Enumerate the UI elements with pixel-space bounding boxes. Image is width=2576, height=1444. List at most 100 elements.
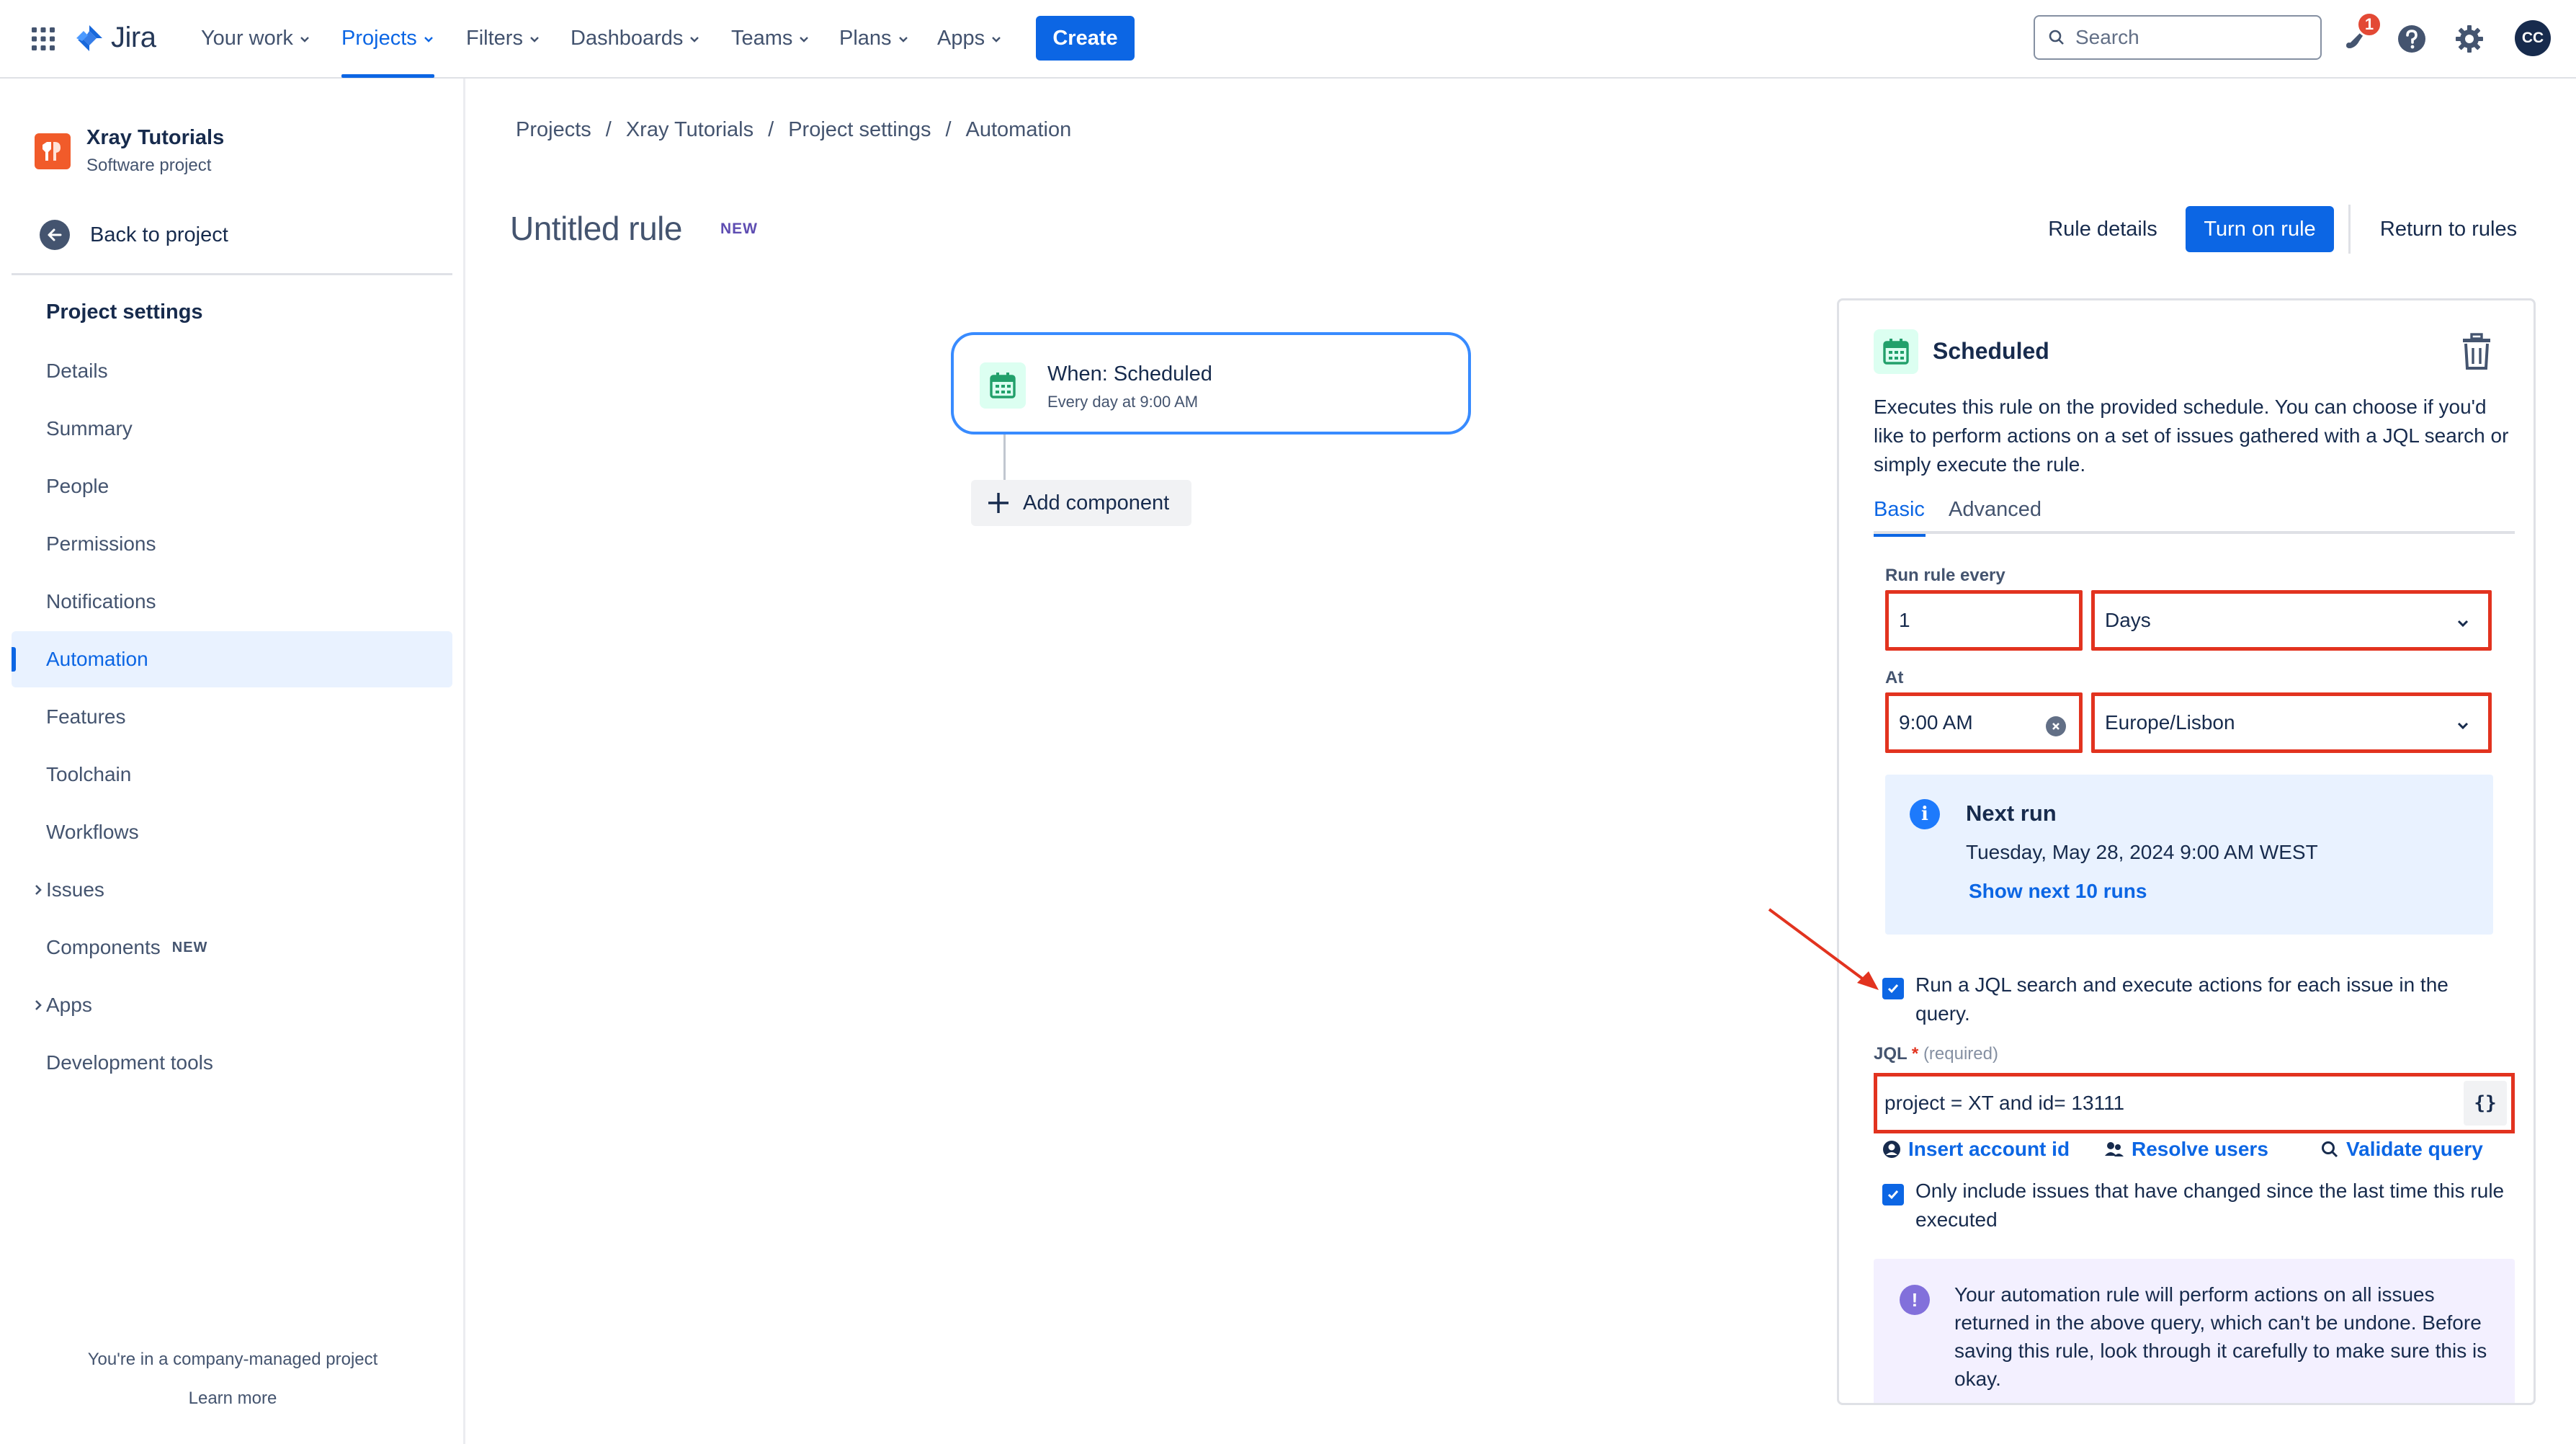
run-every-input[interactable]: 1 — [1885, 590, 2083, 651]
project-type: Software project — [86, 156, 212, 175]
arrow-left-icon — [40, 220, 70, 250]
tab-advanced[interactable]: Advanced — [1949, 498, 2041, 534]
sidebar-item-notifications[interactable]: Notifications — [12, 574, 452, 630]
sidebar: Xray Tutorials Software project Back to … — [0, 79, 465, 1444]
sidebar-item-label: Toolchain — [46, 763, 132, 785]
panel-tabs: Basic Advanced — [1874, 498, 2515, 537]
return-to-rules-button[interactable]: Return to rules — [2366, 206, 2531, 252]
next-run-title: Next run — [1966, 801, 2057, 826]
sidebar-item-development-tools[interactable]: Development tools — [12, 1035, 452, 1091]
learn-more-link[interactable]: Learn more — [0, 1389, 465, 1409]
breadcrumb-separator: / — [768, 118, 774, 141]
sidebar-item-features[interactable]: Features — [12, 689, 452, 745]
resolve-users-link[interactable]: Resolve users — [2104, 1138, 2268, 1161]
rule-title[interactable]: Untitled rule — [510, 209, 682, 248]
app-switcher-icon[interactable] — [30, 26, 56, 52]
sidebar-item-automation[interactable]: Automation — [12, 631, 452, 687]
required-star: * — [1911, 1044, 1919, 1064]
sidebar-item-toolchain[interactable]: Toolchain — [12, 746, 452, 803]
sidebar-item-apps[interactable]: Apps — [12, 977, 452, 1033]
plus-icon — [988, 493, 1009, 513]
insert-account-id-label: Insert account id — [1908, 1138, 2070, 1160]
user-avatar[interactable]: CC — [2515, 20, 2551, 56]
clear-icon[interactable] — [2046, 716, 2066, 736]
panel-title: Scheduled — [1933, 338, 2049, 364]
rule-details-button[interactable]: Rule details — [2034, 206, 2171, 252]
nav-teams[interactable]: Teams — [731, 0, 810, 77]
search-input[interactable] — [2075, 26, 2291, 49]
timezone-select[interactable]: Europe/Lisbon — [2091, 692, 2492, 753]
breadcrumb-separator: / — [945, 118, 952, 141]
sidebar-item-issues[interactable]: Issues — [12, 862, 452, 918]
next-run-date: Tuesday, May 28, 2024 9:00 AM WEST — [1966, 841, 2318, 863]
sidebar-item-label: People — [46, 475, 109, 497]
sidebar-divider — [12, 273, 452, 275]
trigger-card[interactable]: When: Scheduled Every day at 9:00 AM — [951, 332, 1471, 434]
jql-search-checkbox[interactable] — [1882, 978, 1904, 999]
jql-input[interactable]: project = XT and id= 13111 {} — [1874, 1073, 2515, 1133]
jql-label-text: JQL — [1874, 1044, 1908, 1064]
sidebar-item-people[interactable]: People — [12, 458, 452, 514]
nav-filters[interactable]: Filters — [466, 0, 540, 77]
nav-label: Plans — [839, 27, 892, 50]
add-component-button[interactable]: Add component — [971, 480, 1191, 526]
sidebar-item-label: Details — [46, 360, 108, 382]
back-to-project-link[interactable]: Back to project — [40, 220, 228, 250]
trash-icon[interactable] — [2459, 332, 2495, 371]
breadcrumb: Projects / Xray Tutorials / Project sett… — [516, 118, 1071, 142]
sidebar-heading: Project settings — [46, 300, 203, 324]
search-box[interactable] — [2034, 15, 2322, 60]
chevron-down-icon — [2457, 722, 2469, 730]
changed-issues-checkbox[interactable] — [1882, 1184, 1904, 1205]
sidebar-item-details[interactable]: Details — [12, 343, 452, 399]
jql-search-checkbox-label[interactable]: Run a JQL search and execute actions for… — [1915, 971, 2492, 1028]
sidebar-item-permissions[interactable]: Permissions — [12, 516, 452, 572]
nav-apps[interactable]: Apps — [937, 0, 1002, 77]
warning-icon: ! — [1900, 1285, 1930, 1315]
nav-label: Projects — [341, 27, 417, 50]
breadcrumb-item[interactable]: Xray Tutorials — [626, 118, 753, 142]
at-time-input[interactable]: 9:00 AM — [1885, 692, 2083, 753]
breadcrumb-item[interactable]: Projects — [516, 118, 591, 142]
nav-dashboards[interactable]: Dashboards — [571, 0, 700, 77]
jira-logo[interactable]: Jira — [75, 22, 156, 54]
chevron-right-icon — [35, 885, 42, 895]
back-to-project-label: Back to project — [90, 223, 228, 246]
tab-basic[interactable]: Basic — [1874, 498, 1926, 537]
nav-your-work[interactable]: Your work — [201, 0, 310, 77]
chevron-down-icon — [424, 36, 433, 43]
info-icon: i — [1910, 799, 1940, 829]
smart-values-button[interactable]: {} — [2464, 1081, 2507, 1126]
sidebar-item-workflows[interactable]: Workflows — [12, 804, 452, 860]
nav-plans[interactable]: Plans — [839, 0, 909, 77]
project-name[interactable]: Xray Tutorials — [86, 126, 224, 150]
show-next-runs-link[interactable]: Show next 10 runs — [1969, 880, 2147, 903]
scheduled-config-panel: Scheduled Executes this rule on the prov… — [1837, 298, 2536, 1405]
validate-query-link[interactable]: Validate query — [2320, 1138, 2483, 1161]
turn-on-rule-button[interactable]: Turn on rule — [2186, 206, 2334, 252]
settings-gear-icon[interactable] — [2454, 23, 2485, 55]
help-icon[interactable] — [2396, 23, 2428, 55]
sidebar-item-summary[interactable]: Summary — [12, 401, 452, 457]
breadcrumb-item[interactable]: Project settings — [788, 118, 931, 142]
next-run-info: i Next run Tuesday, May 28, 2024 9:00 AM… — [1885, 775, 2493, 935]
nav-projects[interactable]: Projects — [341, 0, 434, 78]
sidebar-item-components[interactable]: Components NEW — [12, 919, 452, 976]
chevron-down-icon — [530, 36, 539, 43]
project-avatar-icon — [35, 133, 71, 169]
search-icon — [2322, 1141, 2338, 1158]
search-icon — [2049, 30, 2064, 45]
chevron-down-icon — [300, 36, 309, 43]
sidebar-item-label: Automation — [46, 648, 148, 670]
nav-label: Your work — [201, 27, 293, 50]
nav-label: Teams — [731, 27, 793, 50]
run-every-unit-select[interactable]: Days — [2091, 590, 2492, 651]
jql-value: project = XT and id= 13111 — [1884, 1092, 2125, 1114]
insert-account-id-link[interactable]: Insert account id — [1882, 1138, 2070, 1161]
changed-issues-checkbox-label[interactable]: Only include issues that have changed si… — [1915, 1177, 2506, 1234]
sidebar-item-label: Features — [46, 705, 126, 728]
breadcrumb-item[interactable]: Automation — [966, 118, 1072, 142]
create-button[interactable]: Create — [1036, 16, 1135, 61]
add-component-label: Add component — [1023, 491, 1170, 514]
new-badge: NEW — [171, 939, 208, 955]
